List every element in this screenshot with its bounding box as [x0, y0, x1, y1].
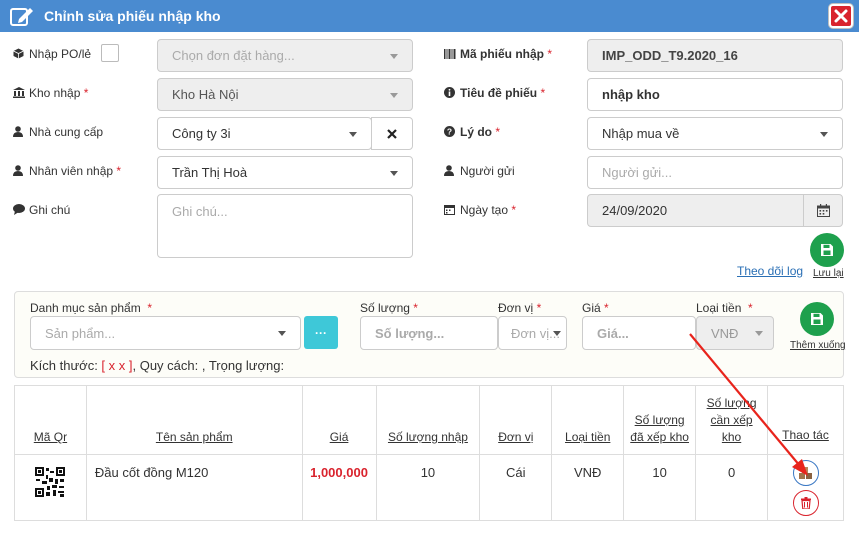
- save-button[interactable]: [810, 233, 844, 267]
- cube-icon: [13, 48, 25, 62]
- user-icon: [13, 165, 25, 179]
- code-label: Mã phiếu nhập *: [444, 47, 552, 62]
- header-qty[interactable]: Số lượng nhập: [375, 385, 481, 455]
- trash-icon: [800, 496, 811, 509]
- unit-label: Đơn vị *: [498, 301, 542, 315]
- placed-cell: 10: [623, 454, 697, 521]
- chevron-down-icon: [390, 53, 398, 59]
- price-input[interactable]: Giá...: [582, 316, 696, 350]
- supplier-label: Nhà cung cấp: [13, 125, 103, 140]
- barcode-icon: [444, 48, 456, 62]
- price-label: Giá *: [582, 301, 609, 315]
- save-label[interactable]: Lưu lại: [813, 268, 844, 279]
- user-icon: [13, 126, 25, 140]
- imported-items-table: Mã Qr Tên sản phẩm Giá Số lượng nhập Đơn…: [14, 385, 844, 521]
- dialog-title: Chỉnh sửa phiếu nhập kho: [44, 8, 221, 24]
- currency-label: Loại tiền *: [696, 301, 753, 315]
- chevron-down-icon: [278, 331, 286, 336]
- date-label: Ngày tạo *: [444, 203, 516, 218]
- product-name-cell: Đầu cốt đồng M120: [85, 454, 303, 521]
- chevron-down-icon: [349, 131, 357, 137]
- header-unit[interactable]: Đơn vị: [479, 385, 553, 455]
- qty-input[interactable]: Số lượng...: [360, 316, 498, 350]
- close-icon: [387, 128, 397, 139]
- supplier-select[interactable]: Công ty 3i: [157, 117, 372, 150]
- qty-cell: 10: [375, 454, 481, 521]
- floppy-icon: [811, 313, 823, 325]
- header-currency[interactable]: Loại tiền: [551, 385, 625, 455]
- product-select[interactable]: Sản phẩm...: [30, 316, 301, 350]
- info-icon: [444, 87, 456, 101]
- add-product-button[interactable]: [800, 302, 834, 336]
- comment-icon: [13, 204, 25, 218]
- dialog-title-bar: Chỉnh sửa phiếu nhập kho: [0, 0, 859, 32]
- more-products-button[interactable]: ···: [304, 316, 338, 349]
- note-textarea[interactable]: Ghi chú...: [157, 194, 413, 258]
- currency-select[interactable]: VNĐ: [696, 316, 774, 350]
- warehouse-label: Kho nhập *: [13, 86, 88, 101]
- qr-code-icon: [35, 466, 66, 497]
- po-label: Nhập PO/lẻ: [13, 47, 91, 62]
- question-icon: ?: [444, 126, 456, 140]
- reason-label: ? Lý do *: [444, 125, 500, 140]
- log-link[interactable]: Theo dõi log: [737, 264, 803, 278]
- date-picker-button[interactable]: [803, 194, 843, 227]
- dimensions-text: Kích thước: [ x x ], Quy cách: , Trọng l…: [30, 358, 285, 373]
- remaining-cell: 0: [695, 454, 769, 521]
- chevron-down-icon: [820, 131, 828, 137]
- header-price[interactable]: Giá: [301, 385, 377, 455]
- more-icon: ···: [315, 325, 327, 340]
- code-field[interactable]: IMP_ODD_T9.2020_16: [587, 39, 843, 72]
- chevron-down-icon: [390, 92, 398, 98]
- warehouse-select[interactable]: Kho Hà Nội: [157, 78, 413, 111]
- table-header-row: Mã Qr Tên sản phẩm Giá Số lượng nhập Đơn…: [14, 385, 844, 455]
- unit-cell: Cái: [479, 454, 553, 521]
- actions-cell: [767, 454, 844, 521]
- chevron-down-icon: [755, 331, 763, 336]
- reason-select[interactable]: Nhập mua về: [587, 117, 843, 150]
- header-actions[interactable]: Thao tác: [767, 385, 844, 455]
- sender-field[interactable]: Người gửi...: [587, 156, 843, 189]
- po-order-select[interactable]: Chọn đơn đặt hàng...: [157, 39, 413, 72]
- header-remaining[interactable]: Số lượng cần xếp kho: [695, 385, 769, 455]
- chevron-down-icon: [553, 331, 561, 336]
- add-product-label[interactable]: Thêm xuống: [790, 340, 846, 351]
- header-product-name[interactable]: Tên sản phẩm: [85, 385, 303, 455]
- close-icon: [834, 9, 848, 23]
- po-checkbox[interactable]: [101, 44, 119, 62]
- close-button[interactable]: [829, 4, 853, 28]
- bank-icon: [13, 87, 25, 101]
- category-label: Danh mục sản phẩm *: [30, 301, 153, 315]
- clear-supplier-button[interactable]: [371, 117, 413, 150]
- qty-label: Số lượng *: [360, 301, 418, 315]
- note-label: Ghi chú: [13, 203, 70, 218]
- title-label: Tiêu đề phiếu *: [444, 86, 545, 101]
- table-row: Đầu cốt đồng M120 1,000,000 10 Cái VNĐ 1…: [14, 454, 844, 521]
- header-placed[interactable]: Số lượng đã xếp kho: [623, 385, 697, 455]
- qr-cell: [14, 454, 87, 521]
- arrange-warehouse-button[interactable]: [792, 459, 819, 486]
- user-icon: [444, 165, 456, 179]
- title-field[interactable]: nhập kho: [587, 78, 843, 111]
- staff-label: Nhân viên nhập *: [13, 164, 121, 179]
- date-field[interactable]: 24/09/2020: [587, 194, 804, 227]
- sender-label: Người gửi: [444, 164, 515, 179]
- header-qr[interactable]: Mã Qr: [14, 385, 87, 455]
- svg-text:?: ?: [447, 127, 452, 137]
- edit-icon: [10, 5, 34, 30]
- currency-cell: VNĐ: [551, 454, 625, 521]
- calendar-icon: [816, 204, 830, 217]
- staff-select[interactable]: Trần Thị Hoà: [157, 156, 413, 189]
- delete-row-button[interactable]: [792, 489, 819, 516]
- calendar-icon: [444, 204, 456, 218]
- boxes-icon: [798, 466, 812, 479]
- unit-select[interactable]: Đơn vị...: [498, 316, 567, 350]
- chevron-down-icon: [390, 170, 398, 176]
- floppy-icon: [821, 244, 833, 256]
- price-cell: 1,000,000: [301, 454, 377, 521]
